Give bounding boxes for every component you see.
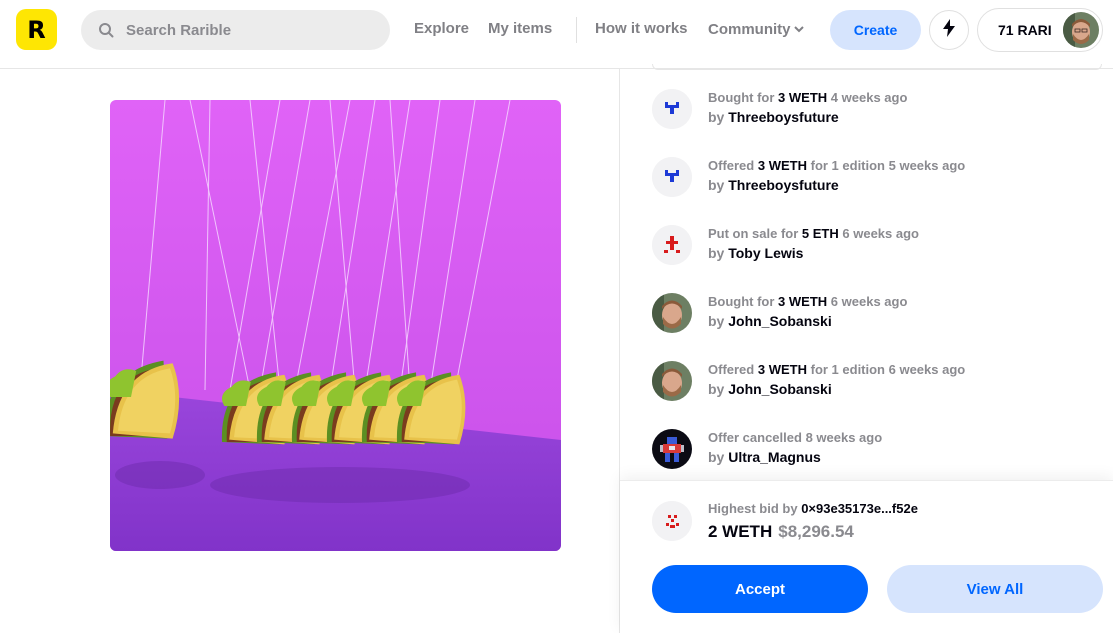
photo-avatar[interactable] xyxy=(652,361,692,401)
history-item: Offered 3 WETH for 1 edition 5 weeks ago… xyxy=(652,157,1102,205)
history-item: Bought for 3 WETH 6 weeks ago by John_So… xyxy=(652,293,1102,341)
username-link[interactable]: Threeboysfuture xyxy=(728,109,838,125)
top-navbar: R Explore My items How it works Communit… xyxy=(0,0,1113,69)
username-link[interactable]: John_Sobanski xyxy=(728,313,831,329)
history-action: Offer cancelled 8 weeks ago xyxy=(708,430,883,445)
tabs-bottom-edge xyxy=(652,64,1102,70)
bid-usd-value: $8,296.54 xyxy=(778,522,854,541)
bidder-address[interactable]: 0×93e35173e...f52e xyxy=(801,501,918,516)
history-action: Put on sale for 5 ETH 6 weeks ago xyxy=(708,226,919,241)
lightning-icon xyxy=(942,18,956,42)
rari-balance: 71 RARI xyxy=(998,22,1052,38)
history-item: Bought for 3 WETH 4 weeks ago by Threebo… xyxy=(652,89,1102,137)
history-action: Offered 3 WETH for 1 edition 6 weeks ago xyxy=(708,362,966,377)
nav-how-it-works[interactable]: How it works xyxy=(595,20,688,37)
username-link[interactable]: Ultra_Magnus xyxy=(728,449,821,465)
username-link[interactable]: Threeboysfuture xyxy=(728,177,838,193)
nav-my-items[interactable]: My items xyxy=(488,20,552,37)
history-action: Bought for 3 WETH 4 weeks ago xyxy=(708,90,908,105)
create-button[interactable]: Create xyxy=(830,10,921,50)
history-by: by Threeboysfuture xyxy=(708,177,839,193)
activity-button[interactable] xyxy=(929,10,969,50)
bidder-avatar[interactable] xyxy=(652,501,692,541)
history-item: Offered 3 WETH for 1 edition 6 weeks ago… xyxy=(652,361,1102,409)
nav-explore[interactable]: Explore xyxy=(414,20,469,37)
highest-bid-panel: Highest bid by 0×93e35173e...f52e 2 WETH… xyxy=(620,480,1113,633)
history-by: by John_Sobanski xyxy=(708,313,832,329)
user-avatar xyxy=(1063,12,1099,48)
robot-avatar[interactable] xyxy=(652,429,692,469)
rarible-logo[interactable]: R xyxy=(16,9,57,50)
view-all-button[interactable]: View All xyxy=(887,565,1103,613)
photo-avatar[interactable] xyxy=(652,293,692,333)
nav-community-label: Community xyxy=(708,21,791,38)
history-by: by Ultra_Magnus xyxy=(708,449,821,465)
nft-artwork-image xyxy=(110,100,561,551)
nav-divider xyxy=(576,17,577,43)
history-item: Offer cancelled 8 weeks ago by Ultra_Mag… xyxy=(652,429,1102,477)
accept-button[interactable]: Accept xyxy=(652,565,868,613)
search-bar[interactable] xyxy=(81,10,390,50)
history-by: by John_Sobanski xyxy=(708,381,832,397)
blue-pixel-avatar[interactable] xyxy=(652,157,692,197)
bid-amount: 2 WETH $8,296.54 xyxy=(708,522,854,541)
red-pixel-avatar[interactable] xyxy=(652,225,692,265)
account-button[interactable]: 71 RARI xyxy=(977,8,1103,52)
history-by: by Toby Lewis xyxy=(708,245,804,261)
history-action: Offered 3 WETH for 1 edition 5 weeks ago xyxy=(708,158,966,173)
highest-bid-label: Highest bid by 0×93e35173e...f52e xyxy=(708,501,918,516)
username-link[interactable]: Toby Lewis xyxy=(728,245,803,261)
search-input[interactable] xyxy=(126,21,376,39)
history-item: Put on sale for 5 ETH 6 weeks ago by Tob… xyxy=(652,225,1102,273)
history-action: Bought for 3 WETH 6 weeks ago xyxy=(708,294,908,309)
blue-pixel-avatar[interactable] xyxy=(652,89,692,129)
chevron-down-icon xyxy=(793,20,804,37)
search-icon xyxy=(98,22,114,38)
username-link[interactable]: John_Sobanski xyxy=(728,381,831,397)
history-by: by Threeboysfuture xyxy=(708,109,839,125)
logo-letter: R xyxy=(27,15,46,44)
nav-community[interactable]: Community xyxy=(708,20,804,38)
